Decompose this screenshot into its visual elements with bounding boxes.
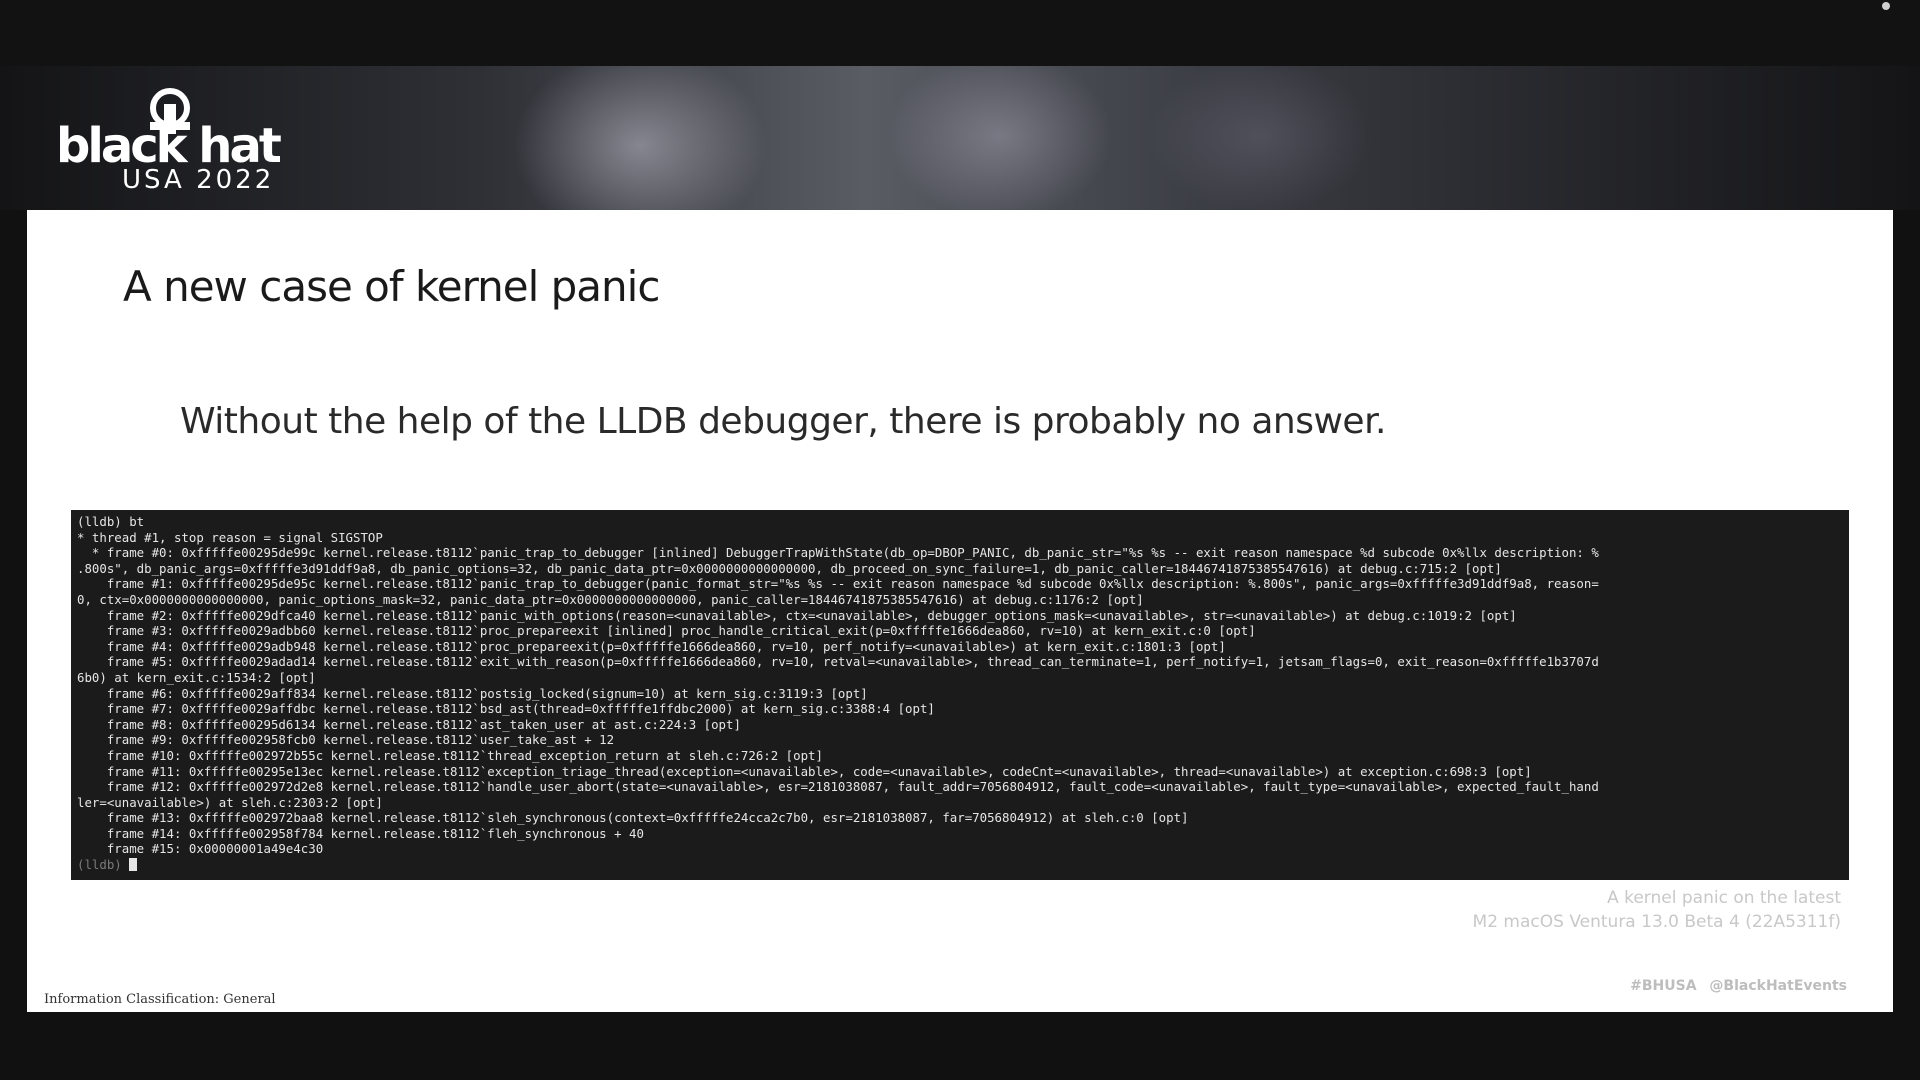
terminal-line: frame #15: 0x00000001a49e4c30 bbox=[77, 841, 324, 857]
terminal-line: frame #12: 0xfffffe002972d2e8 kernel.rel… bbox=[77, 779, 1599, 795]
terminal-line: 0, ctx=0x0000000000000000, panic_options… bbox=[77, 591, 1144, 607]
terminal-line: frame #2: 0xfffffe0029dfca40 kernel.rele… bbox=[77, 607, 1517, 623]
terminal-line: frame #9: 0xfffffe002958fcb0 kernel.rele… bbox=[77, 732, 615, 748]
terminal-line: 6b0) at kern_exit.c:1534:2 [opt] bbox=[77, 669, 316, 685]
terminal-line: frame #5: 0xfffffe0029adad14 kernel.rele… bbox=[77, 654, 1599, 670]
slide-caption: A kernel panic on the latest M2 macOS Ve… bbox=[1473, 886, 1841, 934]
caption-line-1: A kernel panic on the latest bbox=[1607, 888, 1841, 908]
terminal-line: * frame #0: 0xfffffe00295de99c kernel.re… bbox=[77, 545, 1599, 561]
caption-line-2: M2 macOS Ventura 13.0 Beta 4 (22A5311f) bbox=[1472, 912, 1841, 932]
terminal-line: frame #1: 0xfffffe00295de95c kernel.rele… bbox=[77, 576, 1599, 592]
blackhat-logo: black hat USA 2022 bbox=[52, 84, 332, 194]
terminal-line: (lldb) bt bbox=[77, 514, 145, 529]
terminal-line: frame #10: 0xfffffe002972b55c kernel.rel… bbox=[77, 747, 823, 763]
terminal-line: .800s", db_panic_args=0xfffffe3d91ddf9a8… bbox=[77, 560, 1502, 576]
logo-wordmark: black hat bbox=[56, 118, 282, 174]
terminal-prompt: (lldb) bbox=[77, 857, 130, 873]
slide-subtitle: Without the help of the LLDB debugger, t… bbox=[180, 401, 1387, 442]
social-tags: #BHUSA @BlackHatEvents bbox=[1630, 978, 1847, 994]
lldb-terminal: (lldb) bt * thread #1, stop reason = sig… bbox=[71, 510, 1849, 880]
terminal-line: * thread #1, stop reason = signal SIGSTO… bbox=[77, 529, 383, 545]
terminal-line: frame #8: 0xfffffe00295d6134 kernel.rele… bbox=[77, 716, 741, 732]
slide-panel: A new case of kernel panic Without the h… bbox=[27, 210, 1893, 1012]
terminal-prompt-line[interactable]: (lldb) bbox=[77, 857, 1843, 873]
logo-subline: USA 2022 bbox=[122, 165, 275, 195]
terminal-line: frame #3: 0xfffffe0029adbb60 kernel.rele… bbox=[77, 623, 1256, 639]
terminal-line: frame #6: 0xfffffe0029aff834 kernel.rele… bbox=[77, 685, 868, 701]
terminal-line: frame #7: 0xfffffe0029affdbc kernel.rele… bbox=[77, 701, 935, 717]
slide-title: A new case of kernel panic bbox=[123, 262, 660, 311]
terminal-line: ler=<unavailable>) at sleh.c:2303:2 [opt… bbox=[77, 794, 383, 810]
terminal-cursor bbox=[129, 858, 138, 872]
terminal-line: frame #13: 0xfffffe002972baa8 kernel.rel… bbox=[77, 810, 1189, 826]
top-letterbox-bar bbox=[0, 0, 1920, 66]
corner-indicator-dot bbox=[1882, 2, 1890, 10]
classification-label: Information Classification: General bbox=[44, 992, 276, 1007]
terminal-line: frame #11: 0xfffffe00295e13ec kernel.rel… bbox=[77, 763, 1532, 779]
terminal-line: frame #4: 0xfffffe0029adb948 kernel.rele… bbox=[77, 638, 1226, 654]
terminal-line: frame #14: 0xfffffe002958f784 kernel.rel… bbox=[77, 825, 644, 841]
bottom-letterbox-bar bbox=[0, 1012, 1920, 1080]
